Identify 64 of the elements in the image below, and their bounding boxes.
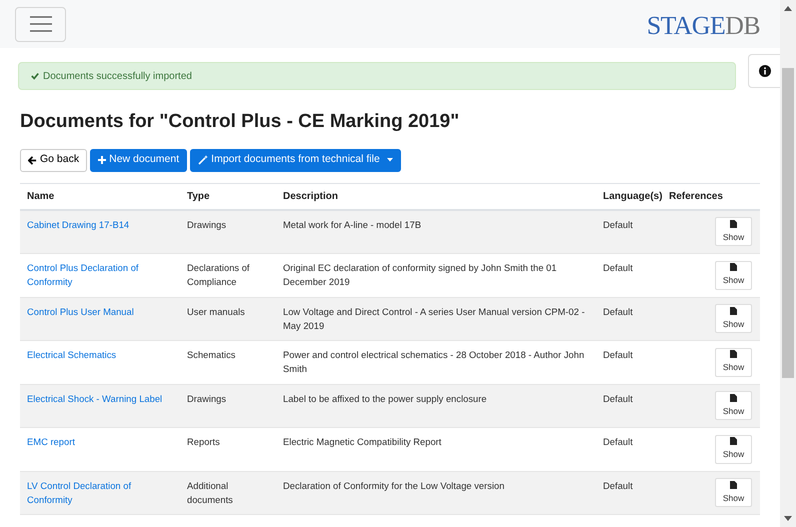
check-icon [31, 72, 39, 80]
table-cell: Declarations of Compliance [187, 262, 250, 287]
table-cell: Default [603, 436, 633, 447]
table-cell: Default [603, 306, 633, 316]
arrow-left-icon [28, 156, 37, 164]
table-cell: Default [603, 262, 633, 273]
table-cell: User manuals [187, 306, 245, 316]
document-link[interactable]: Electrical Shock - Warning Label [27, 392, 176, 406]
show-button[interactable]: Show [715, 478, 752, 508]
show-button[interactable]: Show [715, 434, 752, 464]
table-cell: Metal work for A-line - model 17B [283, 218, 422, 230]
table-cell: Electric Magnetic Compatibility Report [283, 436, 442, 447]
table-cell: Low Voltage and Direct Control - A series User Manual version CPM-02 - May 2019 [283, 306, 585, 330]
file-icon [730, 437, 737, 446]
show-button[interactable]: Show [715, 217, 752, 246]
magic-wand-icon [198, 155, 208, 165]
table-cell: Drawings [187, 218, 226, 230]
table-cell: Schematics [187, 349, 236, 360]
document-link[interactable]: Cabinet Drawing 17-B14 [27, 218, 176, 232]
back-button[interactable]: Go back [20, 148, 88, 172]
table-cell: Power and control electrical schematics - 28 October 2018 - Author John Smith [283, 349, 584, 374]
menu-icon [30, 16, 52, 32]
new-document-button[interactable]: New document [90, 148, 188, 172]
scroll-up-icon [784, 6, 792, 11]
show-button[interactable]: Show [715, 348, 752, 377]
table-cell: Additional documents [187, 480, 233, 504]
document-link[interactable]: Control Plus User Manual [27, 304, 176, 318]
import-dropdown-button[interactable]: Import documents from technical file [190, 148, 401, 172]
table-cell: Default [603, 480, 633, 490]
menu-button[interactable] [15, 6, 66, 42]
table-cell: Reports [187, 436, 220, 447]
document-link[interactable]: Control Plus Declaration of Conformity [27, 261, 176, 289]
logo: STAGEDB [646, 13, 760, 39]
file-icon [730, 306, 737, 315]
column-header: Language(s) [603, 190, 662, 202]
table-cell: Default [603, 349, 633, 360]
show-button[interactable]: Show [715, 304, 752, 334]
scroll-down-icon [784, 516, 792, 521]
file-icon [730, 480, 737, 489]
info-icon [758, 65, 770, 77]
plus-icon [98, 156, 106, 164]
file-icon [730, 220, 737, 228]
show-button[interactable]: Show [715, 391, 752, 420]
table-cell: Default [603, 392, 633, 404]
info-button[interactable] [748, 54, 780, 88]
show-button[interactable]: Show [715, 260, 752, 290]
document-link[interactable]: Electrical Schematics [27, 348, 176, 362]
file-icon [730, 350, 737, 358]
caret-down-icon [386, 158, 393, 162]
table-cell: Default [603, 218, 633, 230]
column-header: Description [283, 190, 338, 202]
table-cell: Original EC declaration of conformity signed by John Smith the 01 December 2019 [283, 262, 557, 287]
file-icon [730, 394, 737, 402]
column-header: Type [187, 190, 210, 202]
document-link[interactable]: EMC report [27, 435, 176, 449]
table-cell: Declaration of Conformity for the Low Voltage version [283, 480, 504, 490]
alert-message: Documents successfully imported [43, 70, 192, 84]
table-cell: Drawings [187, 392, 226, 404]
column-header: References [669, 190, 723, 202]
document-link[interactable]: LV Control Declaration of Conformity [27, 478, 176, 506]
page-title: Documents for "Control Plus - CE Marking 2019" [20, 110, 460, 134]
file-icon [730, 263, 737, 272]
table-cell: Label to be affixed to the power supply enclosure [283, 392, 487, 404]
column-header: Name [27, 190, 54, 202]
